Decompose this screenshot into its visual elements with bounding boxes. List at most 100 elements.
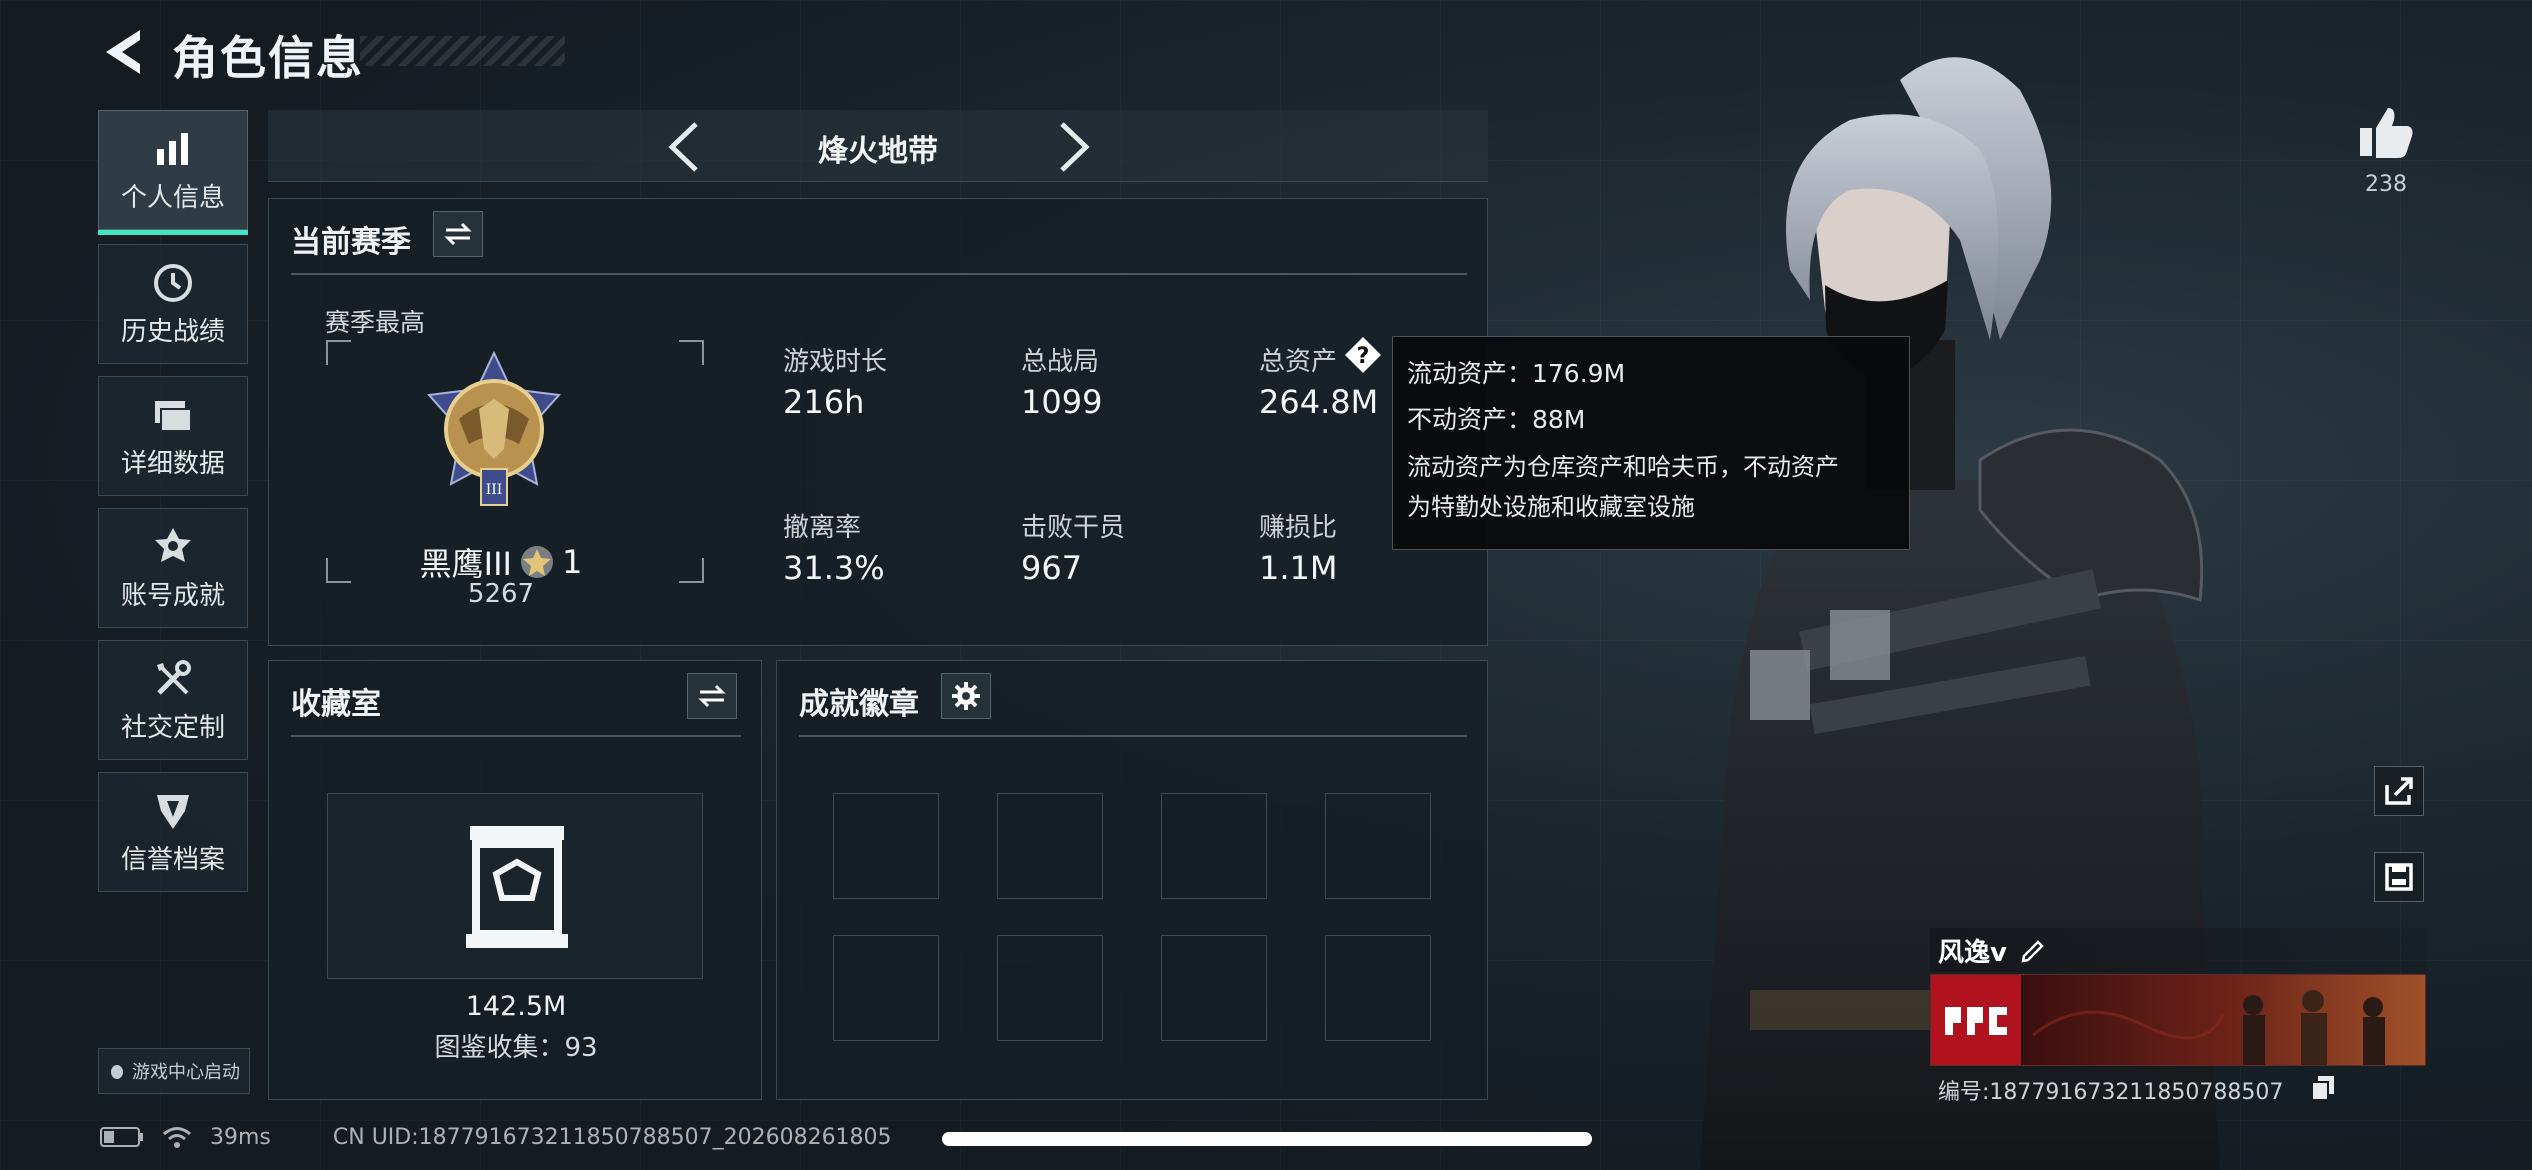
save-icon	[2385, 863, 2413, 891]
tooltip-fixed-assets: 不动资产：88M	[1407, 405, 1586, 434]
status-bar: 39ms CN UID:18779167321185078850​7_20260…	[100, 1122, 892, 1152]
season-switch-button[interactable]	[433, 211, 483, 257]
game-center-button[interactable]: 游戏中心启动	[98, 1048, 250, 1094]
badge-slot[interactable]	[997, 935, 1103, 1041]
divider	[291, 273, 1467, 275]
bar-chart-icon	[157, 132, 188, 165]
sidebar-item-credit[interactable]: 信誉档案	[98, 772, 248, 892]
badge-slot[interactable]	[833, 935, 939, 1041]
badge-slot[interactable]	[1325, 935, 1431, 1041]
help-icon[interactable]: ?	[1343, 335, 1383, 375]
wifi-icon	[163, 1127, 191, 1148]
assets-tooltip: 流动资产：176.9M 不动资产：88M 流动资产为仓库资产和哈夫币，不动资产 …	[1392, 336, 1910, 550]
game-center-label: 游戏中心启动	[132, 1062, 240, 1083]
swap-icon	[444, 222, 472, 246]
banner-art	[2023, 975, 2425, 1065]
season-title: 当前赛季	[291, 225, 411, 260]
sidebar-item-label: 信誉档案	[120, 844, 225, 875]
sidebar-item-label: 账号成就	[120, 580, 225, 611]
folder-icon	[155, 400, 192, 432]
credit-icon	[157, 794, 189, 829]
player-name: 风逸v	[1938, 938, 2007, 968]
like-count: 238	[2365, 172, 2407, 197]
stat-label: 击败干员	[1021, 513, 1126, 543]
next-mode-arrow-icon[interactable]	[1048, 120, 1098, 174]
sidebar-item-label: 社交定制	[120, 712, 225, 743]
season-panel: 当前赛季 赛季最高 III 黑鹰III 1 5267 游戏时长 216h 总战局…	[268, 198, 1488, 646]
collection-value: 142.5M	[465, 991, 567, 1022]
sidebar-item-detail-data[interactable]: 详细数据	[98, 376, 248, 496]
collection-preview[interactable]	[327, 793, 703, 979]
stat-label: 撤离率	[783, 513, 862, 543]
collection-catalog: 图鉴收集：93	[434, 1033, 598, 1063]
achievement-icon	[155, 527, 191, 562]
stat-value: 967	[1021, 549, 1083, 587]
swap-icon	[698, 684, 726, 708]
sidebar-item-history[interactable]: 历史战绩	[98, 244, 248, 364]
badge-slot[interactable]	[833, 793, 939, 899]
mode-title: 烽火地带	[818, 134, 938, 169]
tooltip-description-1: 流动资产为仓库资产和哈夫币，不动资产	[1407, 453, 1839, 481]
divider	[799, 735, 1467, 737]
save-button[interactable]	[2374, 852, 2424, 902]
penguin-icon	[111, 1065, 123, 1079]
sidebar-item-personal-info[interactable]: 个人信息	[98, 110, 248, 235]
mode-selector: 烽火地带	[268, 110, 1488, 182]
home-indicator[interactable]	[942, 1132, 1592, 1146]
back-arrow-icon[interactable]	[96, 22, 156, 82]
share-button[interactable]	[2374, 766, 2424, 816]
player-id: 编号:18779167321185078850​7	[1938, 1080, 2284, 1105]
collection-switch-button[interactable]	[687, 673, 737, 719]
team-logo-icon	[1945, 1007, 2007, 1035]
star-icon	[520, 546, 553, 578]
rank-badge-icon: III	[426, 350, 562, 506]
battery-icon	[100, 1127, 143, 1147]
edit-pencil-icon[interactable]	[2018, 934, 2048, 964]
badges-title: 成就徽章	[799, 687, 919, 722]
badge-slot[interactable]	[1325, 793, 1431, 899]
season-best-label: 赛季最高	[325, 308, 426, 337]
title-decoration	[360, 36, 565, 66]
divider	[291, 735, 741, 737]
badges-panel: 成就徽章	[776, 660, 1488, 1100]
sidebar-item-social-custom[interactable]: 社交定制	[98, 640, 248, 760]
sidebar-item-label: 历史战绩	[120, 316, 225, 347]
collection-panel: 收藏室 142.5M 图鉴收集：93	[268, 660, 762, 1100]
sidebar-item-achievements[interactable]: 账号成就	[98, 508, 248, 628]
share-icon	[2385, 777, 2413, 805]
stat-label: 总战局	[1021, 347, 1100, 377]
stat-value: 1099	[1021, 383, 1103, 421]
stat-value: 1.1M	[1259, 549, 1338, 587]
stat-value: 216h	[783, 383, 865, 421]
thumbs-up-icon[interactable]	[2356, 104, 2416, 160]
sidebar-item-label: 详细数据	[120, 448, 225, 479]
collection-title: 收藏室	[291, 687, 381, 722]
tools-icon	[157, 659, 191, 695]
clock-icon	[154, 263, 192, 302]
badge-slot[interactable]	[997, 793, 1103, 899]
tooltip-liquid-assets: 流动资产：176.9M	[1407, 359, 1626, 388]
page-title: 角色信息	[172, 31, 364, 85]
rank-points: 5267	[467, 579, 535, 609]
soldiers-art	[2032, 990, 2385, 1065]
ping-value: 39ms	[210, 1124, 271, 1150]
badge-slot[interactable]	[1161, 793, 1267, 899]
svg-text:III: III	[486, 482, 503, 498]
stat-label: 游戏时长	[783, 347, 888, 377]
badges-settings-button[interactable]	[941, 673, 991, 719]
tooltip-description-2: 为特勤处设施和收藏室设施	[1407, 493, 1695, 521]
stat-label: 总资产	[1259, 347, 1338, 377]
sidebar-item-label: 个人信息	[120, 182, 225, 213]
gear-icon	[952, 682, 980, 710]
stat-label: 赚损比	[1259, 513, 1338, 543]
team-logo	[1931, 975, 2021, 1065]
badge-slot[interactable]	[1161, 935, 1267, 1041]
stat-value: 264.8M	[1259, 383, 1379, 421]
stat-value: 31.3%	[783, 549, 885, 587]
svg-text:?: ?	[1357, 344, 1370, 369]
player-banner	[1930, 974, 2426, 1066]
copy-icon[interactable]	[2310, 1074, 2336, 1102]
rank-stars: 1	[561, 543, 583, 581]
uid-text: CN UID:18779167321185078850​7_2026082618…	[332, 1124, 892, 1150]
display-case-icon	[466, 826, 568, 948]
